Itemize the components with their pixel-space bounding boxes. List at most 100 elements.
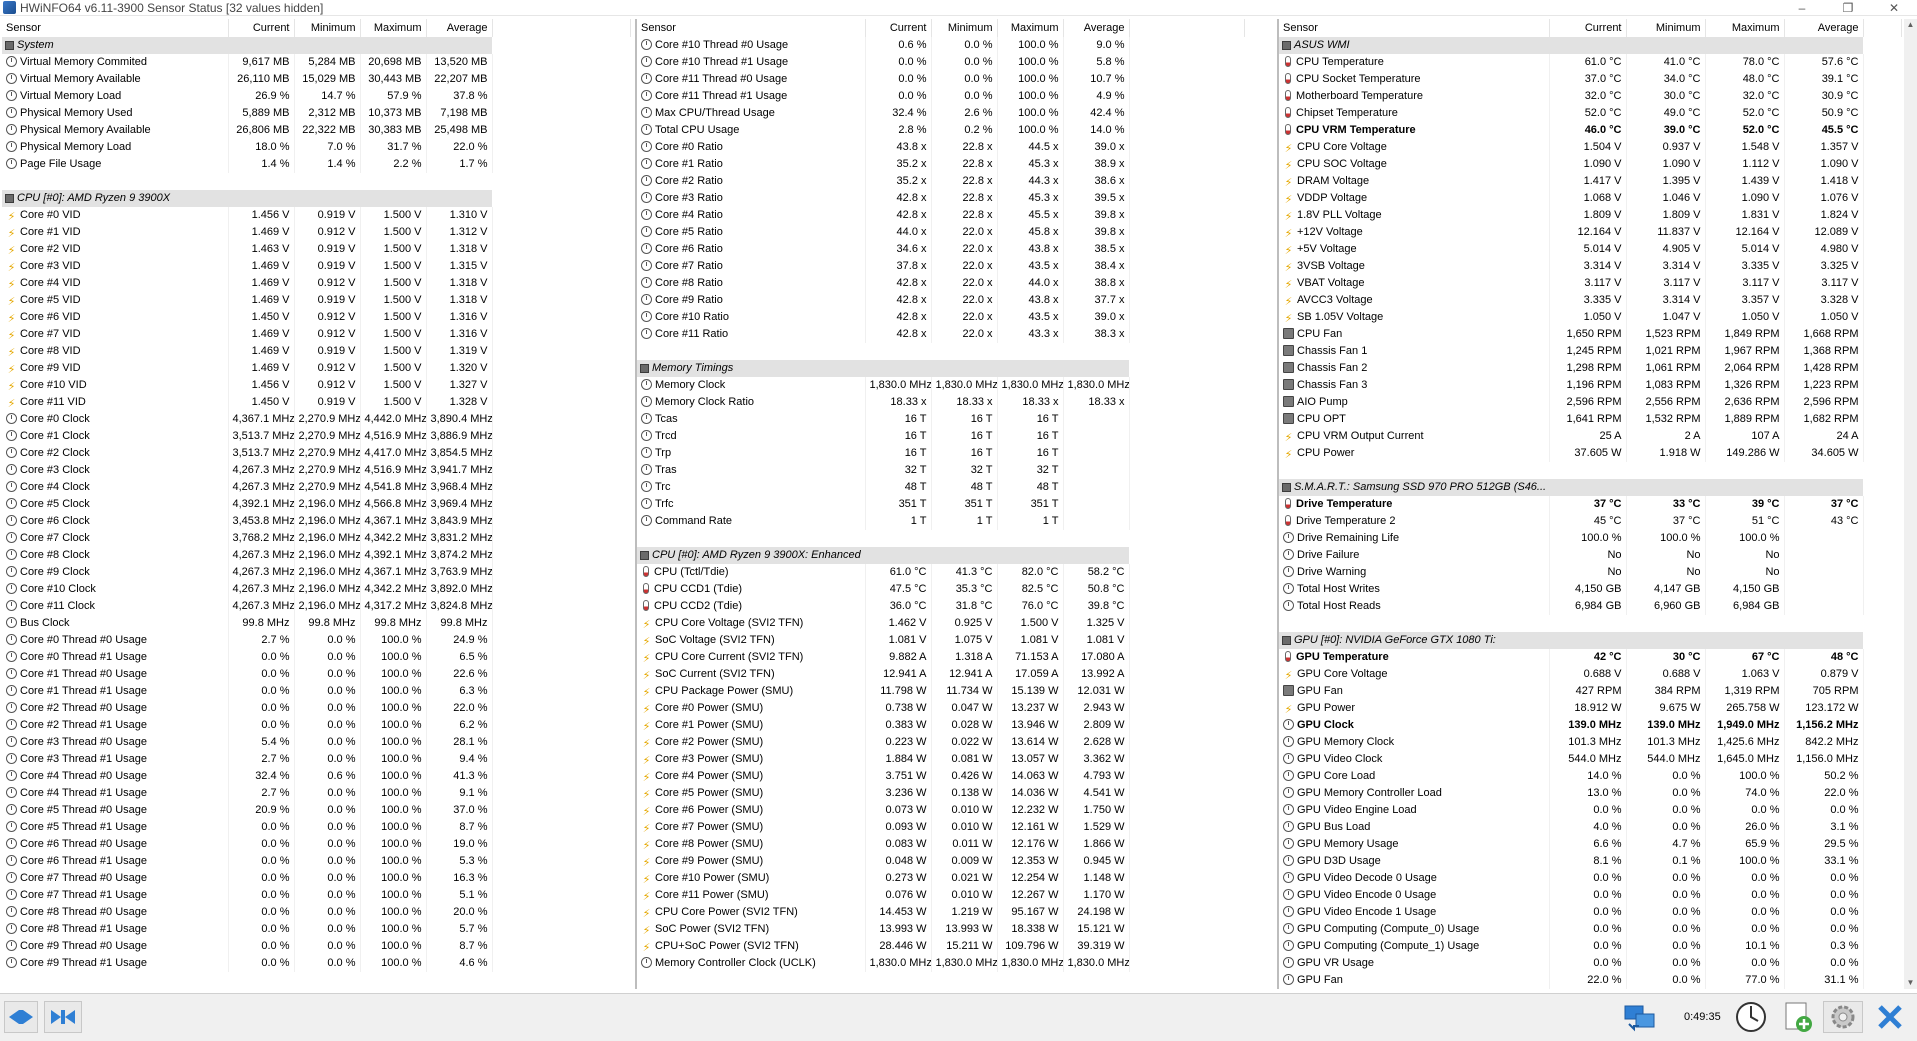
sensor-row[interactable]: Total CPU Usage 2.8 % 0.2 % 100.0 % 14.0 %: [637, 122, 1245, 139]
sensor-row[interactable]: Core #3 Clock 4,267.3 MHz 2,270.9 MHz 4,516…: [2, 462, 631, 479]
sensor-row[interactable]: Core #3 Thread #0 Usage 5.4 % 0.0 % 100.0 %…: [2, 734, 631, 751]
sensor-row[interactable]: Trfc 351 T 351 T 351 T: [637, 496, 1245, 513]
sensor-row[interactable]: ⚡ Core #10 VID 1.456 V 0.912 V 1.500 V 1.327 …: [2, 377, 631, 394]
sensor-group-header[interactable]: CPU [#0]: AMD Ryzen 9 3900X: Enhanced: [637, 547, 1245, 564]
minimize-button[interactable]: –: [1779, 0, 1825, 16]
sensor-row[interactable]: Core #7 Clock 3,768.2 MHz 2,196.0 MHz 4,342…: [2, 530, 631, 547]
sensor-row[interactable]: GPU Computing (Compute_0) Usage 0.0 % 0.0 …: [1279, 921, 1902, 938]
sensor-row[interactable]: Core #4 Thread #1 Usage 2.7 % 0.0 % 100.0 %…: [2, 785, 631, 802]
sensor-row[interactable]: ⚡ Core #4 VID 1.469 V 0.912 V 1.500 V 1.318 V: [2, 275, 631, 292]
sensor-row[interactable]: Core #9 Thread #1 Usage 0.0 % 0.0 % 100.0 %…: [2, 955, 631, 972]
sensor-row[interactable]: Core #11 Ratio 42.8 x 22.0 x 43.3 x 38.3 x: [637, 326, 1245, 343]
sensor-row[interactable]: GPU VR Usage 0.0 % 0.0 % 0.0 % 0.0 %: [1279, 955, 1902, 972]
sensor-row[interactable]: Core #7 Thread #0 Usage 0.0 % 0.0 % 100.0 %…: [2, 870, 631, 887]
sensor-row[interactable]: GPU Clock 139.0 MHz 139.0 MHz 1,949.0 MHz 1,…: [1279, 717, 1902, 734]
sensor-row[interactable]: Bus Clock 99.8 MHz 99.8 MHz 99.8 MHz 99.8 MH…: [2, 615, 631, 632]
sensor-row[interactable]: Core #8 Thread #0 Usage 0.0 % 0.0 % 100.0 %…: [2, 904, 631, 921]
sensor-row[interactable]: Core #3 Thread #1 Usage 2.7 % 0.0 % 100.0 %…: [2, 751, 631, 768]
sensor-row[interactable]: Core #10 Thread #1 Usage 0.0 % 0.0 % 100.0 …: [637, 54, 1245, 71]
clock-button[interactable]: [1732, 1001, 1770, 1033]
sensor-row[interactable]: Core #0 Ratio 43.8 x 22.8 x 44.5 x 39.0 x: [637, 139, 1245, 156]
sensor-row[interactable]: ⚡ Core #3 Power (SMU) 1.884 W 0.081 W 13.057…: [637, 751, 1245, 768]
sensor-row[interactable]: GPU Temperature 42 °C 30 °C 67 °C 48 °C: [1279, 649, 1902, 666]
sensor-row[interactable]: Drive Failure No No No: [1279, 547, 1902, 564]
sensor-row[interactable]: Core #9 Ratio 42.8 x 22.0 x 43.8 x 37.7 x: [637, 292, 1245, 309]
sensor-row[interactable]: Command Rate 1 T1 T1 T: [637, 513, 1245, 530]
sensor-row[interactable]: ⚡ CPU Core Voltage 1.504 V 0.937 V 1.548 V 1.…: [1279, 139, 1902, 156]
sensor-row[interactable]: GPU Fan 22.0 % 0.0 % 77.0 % 31.1 %: [1279, 972, 1902, 989]
sensor-row[interactable]: Virtual Memory Available 26,110 MB 15,029 …: [2, 71, 631, 88]
sensor-row[interactable]: Core #8 Ratio 42.8 x 22.0 x 44.0 x 38.8 x: [637, 275, 1245, 292]
sensor-row[interactable]: Physical Memory Available 26,806 MB 22,322…: [2, 122, 631, 139]
scroll-up-arrow[interactable]: ▲: [1904, 19, 1917, 31]
nav-forward-button[interactable]: [44, 1001, 82, 1033]
sensor-row[interactable]: Chipset Temperature 52.0 °C 49.0 °C 52.0 °C…: [1279, 105, 1902, 122]
sensor-row[interactable]: ⚡ Core #0 VID 1.456 V 0.919 V 1.500 V 1.310 V: [2, 207, 631, 224]
sensor-row[interactable]: Core #7 Ratio 37.8 x 22.0 x 43.5 x 38.4 x: [637, 258, 1245, 275]
sensor-row[interactable]: Core #5 Clock 4,392.1 MHz 2,196.0 MHz 4,566…: [2, 496, 631, 513]
sensor-row[interactable]: CPU Fan 1,650 RPM 1,523 RPM 1,849 RPM 1,668 …: [1279, 326, 1902, 343]
sensor-row[interactable]: ⚡ Core #9 Power (SMU) 0.048 W 0.009 W 12.353…: [637, 853, 1245, 870]
sensor-row[interactable]: Core #5 Thread #0 Usage 20.9 % 0.0 % 100.0 …: [2, 802, 631, 819]
sensor-row[interactable]: GPU Video Clock 544.0 MHz 544.0 MHz 1,645.0…: [1279, 751, 1902, 768]
sensor-row[interactable]: Physical Memory Used 5,889 MB 2,312 MB 10,3…: [2, 105, 631, 122]
sensor-row[interactable]: GPU Video Encode 1 Usage 0.0 % 0.0 % 0.0 % 0…: [1279, 904, 1902, 921]
sensor-row[interactable]: ⚡ Core #11 VID 1.450 V 0.919 V 1.500 V 1.328 …: [2, 394, 631, 411]
sensor-row[interactable]: ⚡ AVCC3 Voltage 3.335 V 3.314 V 3.357 V 3.328…: [1279, 292, 1902, 309]
settings-button[interactable]: [1823, 1001, 1863, 1033]
sensor-row[interactable]: Core #1 Thread #1 Usage 0.0 % 0.0 % 100.0 %…: [2, 683, 631, 700]
sensor-row[interactable]: GPU Computing (Compute_1) Usage 0.0 % 0.0 …: [1279, 938, 1902, 955]
sensor-row[interactable]: Core #6 Ratio 34.6 x 22.0 x 43.8 x 38.5 x: [637, 241, 1245, 258]
sensor-row[interactable]: ⚡ Core #11 Power (SMU) 0.076 W 0.010 W 12.26…: [637, 887, 1245, 904]
scroll-down-arrow[interactable]: ▼: [1904, 977, 1917, 989]
sensor-row[interactable]: CPU CCD1 (Tdie) 47.5 °C 35.3 °C 82.5 °C 50.8…: [637, 581, 1245, 598]
sensor-row[interactable]: Core #8 Clock 4,267.3 MHz 2,196.0 MHz 4,392…: [2, 547, 631, 564]
sensor-row[interactable]: Core #2 Ratio 35.2 x 22.8 x 44.3 x 38.6 x: [637, 173, 1245, 190]
sensor-row[interactable]: Tras 32 T 32 T 32 T: [637, 462, 1245, 479]
header-minimum[interactable]: Minimum: [1626, 19, 1706, 37]
sensor-row[interactable]: Trc 48 T 48 T 48 T: [637, 479, 1245, 496]
sensor-row[interactable]: Memory Clock Ratio 18.33 x 18.33 x 18.33 x1…: [637, 394, 1245, 411]
sensor-row[interactable]: ⚡ GPU Power 18.912 W 9.675 W 265.758 W 123.17…: [1279, 700, 1902, 717]
sensor-group-header[interactable]: S.M.A.R.T.: Samsung SSD 970 PRO 512GB (S…: [1279, 479, 1902, 496]
sensor-row[interactable]: ⚡ Core #10 Power (SMU) 0.273 W 0.021 W 12.25…: [637, 870, 1245, 887]
sensor-row[interactable]: ⚡ Core #8 VID 1.469 V 0.919 V 1.500 V 1.319 V: [2, 343, 631, 360]
sensor-row[interactable]: Core #6 Thread #0 Usage 0.0 % 0.0 % 100.0 %…: [2, 836, 631, 853]
sensor-row[interactable]: Memory Controller Clock (UCLK) 1,830.0 MH…: [637, 955, 1245, 972]
sensor-row[interactable]: CPU VRM Temperature 46.0 °C 39.0 °C 52.0 °C…: [1279, 122, 1902, 139]
sensor-row[interactable]: Trp 16 T 16 T 16 T: [637, 445, 1245, 462]
sensor-row[interactable]: Trcd 16 T 16 T 16 T: [637, 428, 1245, 445]
sensor-row[interactable]: Core #2 Clock 3,513.7 MHz 2,270.9 MHz 4,417…: [2, 445, 631, 462]
sensor-row[interactable]: ⚡ Core #1 VID 1.469 V 0.912 V 1.500 V 1.312 V: [2, 224, 631, 241]
sensor-row[interactable]: Core #1 Clock 3,513.7 MHz 2,270.9 MHz 4,516…: [2, 428, 631, 445]
sensor-row[interactable]: ⚡ DRAM Voltage 1.417 V 1.395 V 1.439 V 1.418 …: [1279, 173, 1902, 190]
sensor-row[interactable]: ⚡ Core #4 Power (SMU) 3.751 W 0.426 W 14.063…: [637, 768, 1245, 785]
sensor-row[interactable]: ⚡ SoC Current (SVI2 TFN) 12.941 A 12.941 A1…: [637, 666, 1245, 683]
sensor-row[interactable]: GPU Memory Clock 101.3 MHz 101.3 MHz 1,425.…: [1279, 734, 1902, 751]
sensor-row[interactable]: Core #0 Thread #1 Usage 0.0 % 0.0 % 100.0 %…: [2, 649, 631, 666]
sensor-row[interactable]: ⚡ CPU VRM Output Current 25 A2 A 107 A 24 A: [1279, 428, 1902, 445]
header-average[interactable]: Average: [1784, 19, 1864, 37]
sensor-row[interactable]: AIO Pump 2,596 RPM 2,556 RPM 2,636 RPM 2,596…: [1279, 394, 1902, 411]
sensor-row[interactable]: Core #11 Clock 4,267.3 MHz 2,196.0 MHz 4,31…: [2, 598, 631, 615]
sensor-row[interactable]: ⚡ CPU Core Current (SVI2 TFN) 9.882 A 1.318…: [637, 649, 1245, 666]
sensor-group-header[interactable]: System: [2, 37, 631, 54]
sensor-row[interactable]: Core #2 Thread #1 Usage 0.0 % 0.0 % 100.0 %…: [2, 717, 631, 734]
sensor-row[interactable]: ⚡ CPU Power 37.605 W 1.918 W 149.286 W 34.605…: [1279, 445, 1902, 462]
network-button[interactable]: [1620, 1001, 1660, 1033]
sensor-row[interactable]: ⚡ +12V Voltage 12.164 V 11.837 V 12.164 V 12.…: [1279, 224, 1902, 241]
sensor-row[interactable]: ⚡ CPU Package Power (SMU) 11.798 W 11.734 W…: [637, 683, 1245, 700]
sensor-row[interactable]: ⚡ Core #5 VID 1.469 V 0.919 V 1.500 V 1.318 V: [2, 292, 631, 309]
sensor-row[interactable]: ⚡ CPU Core Power (SVI2 TFN) 14.453 W 1.219 …: [637, 904, 1245, 921]
sensor-row[interactable]: ⚡ VBAT Voltage 3.117 V 3.117 V 3.117 V 3.117 …: [1279, 275, 1902, 292]
sensor-row[interactable]: Core #4 Thread #0 Usage 32.4 % 0.6 % 100.0 …: [2, 768, 631, 785]
header-maximum[interactable]: Maximum: [360, 19, 427, 37]
report-button[interactable]: [1778, 1001, 1816, 1033]
vertical-scrollbar[interactable]: ▲ ▼: [1904, 19, 1917, 989]
sensor-group-header[interactable]: CPU [#0]: AMD Ryzen 9 3900X: [2, 190, 631, 207]
sensor-row[interactable]: ⚡ Core #9 VID 1.469 V 0.912 V 1.500 V 1.320 V: [2, 360, 631, 377]
sensor-row[interactable]: Core #0 Thread #0 Usage 2.7 % 0.0 % 100.0 %…: [2, 632, 631, 649]
sensor-row[interactable]: Core #2 Thread #0 Usage 0.0 % 0.0 % 100.0 %…: [2, 700, 631, 717]
sensor-row[interactable]: GPU Memory Controller Load 13.0 % 0.0 % 74.…: [1279, 785, 1902, 802]
sensor-row[interactable]: Core #10 Thread #0 Usage 0.6 % 0.0 % 100.0 …: [637, 37, 1245, 54]
